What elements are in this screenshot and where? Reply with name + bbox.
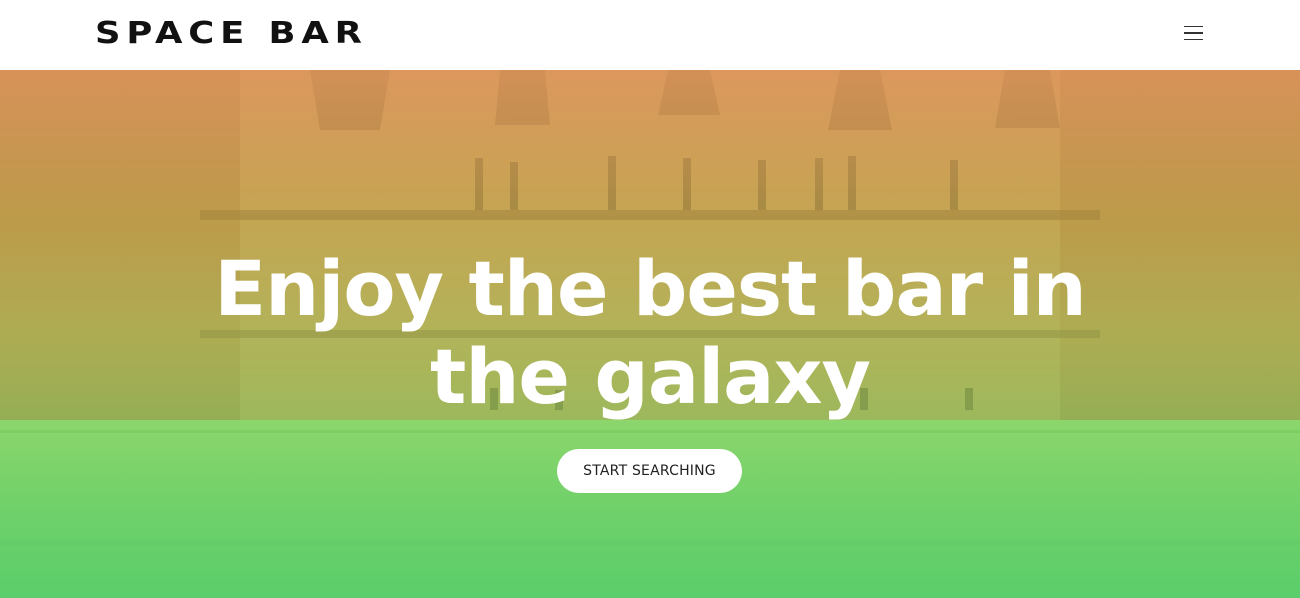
start-searching-button[interactable]: START SEARCHING xyxy=(557,449,742,493)
site-logo[interactable]: SPACE BAR xyxy=(95,14,368,54)
hamburger-menu-icon[interactable] xyxy=(1176,20,1210,46)
menu-icon-line xyxy=(1183,25,1203,28)
navbar: SPACE BAR xyxy=(0,0,1300,70)
hero-headline: Enjoy the best bar in the galaxy xyxy=(214,244,1086,421)
menu-icon-line xyxy=(1183,32,1203,34)
menu-icon-line xyxy=(1183,38,1203,41)
hero-section: Enjoy the best bar in the galaxy START S… xyxy=(0,70,1300,598)
